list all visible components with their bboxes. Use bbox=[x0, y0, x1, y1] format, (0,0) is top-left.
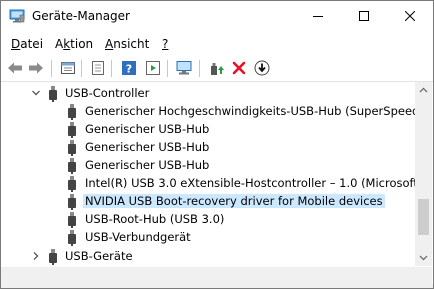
tree-category-usb-geraete[interactable]: USB-Geräte bbox=[1, 248, 415, 266]
close-icon bbox=[405, 11, 415, 21]
usb-icon bbox=[49, 86, 57, 102]
menu-datei[interactable]: Datei bbox=[11, 37, 43, 51]
monitor-icon bbox=[176, 61, 192, 75]
tree-device-row[interactable]: Intel(R) USB 3.0 eXtensible-Hostcontroll… bbox=[1, 175, 415, 193]
menu-datei-accel: D bbox=[11, 37, 21, 51]
action-icon bbox=[146, 61, 160, 75]
tree-category-label: USB-Geräte bbox=[65, 249, 133, 263]
tree-device-row[interactable]: USB-Verbundgerät bbox=[1, 229, 415, 247]
menu-bar: Datei Aktion Ansicht ? bbox=[1, 34, 433, 54]
scrollbar-corner bbox=[415, 267, 432, 284]
menu-ansicht[interactable]: Ansicht bbox=[105, 37, 149, 51]
uninstall-icon bbox=[232, 61, 246, 75]
tree-device-row[interactable]: Generischer USB-Hub bbox=[1, 139, 415, 157]
menu-help-accel: ? bbox=[162, 37, 169, 51]
enable-button[interactable] bbox=[252, 58, 272, 78]
toolbar-separator bbox=[199, 60, 200, 77]
tree-device-label: USB-Root-Hub (USB 3.0) bbox=[85, 212, 225, 226]
toolbar: ? bbox=[1, 55, 433, 82]
horizontal-scrollbar[interactable] bbox=[1, 267, 415, 284]
usb-icon bbox=[68, 176, 76, 192]
tree-device-label: NVIDIA USB Boot-recovery driver for Mobi… bbox=[83, 194, 385, 208]
device-manager-app-icon bbox=[9, 9, 25, 23]
usb-icon bbox=[68, 230, 76, 246]
scan-hardware-button[interactable] bbox=[174, 58, 194, 78]
update-driver-icon bbox=[211, 63, 224, 75]
device-tree[interactable]: USB-Controller Generischer Hochgeschwind… bbox=[1, 82, 415, 266]
update-driver-button[interactable] bbox=[206, 58, 226, 78]
tree-device-label: Generischer Hochgeschwindigkeits-USB-Hub… bbox=[85, 104, 415, 118]
usb-icon bbox=[49, 249, 57, 265]
device-manager-window: Geräte-Manager Datei Aktion Ansicht ? ? … bbox=[0, 0, 434, 289]
scroll-down-icon[interactable] bbox=[419, 253, 428, 262]
minimize-icon bbox=[313, 16, 323, 17]
maximize-icon bbox=[359, 11, 369, 21]
scroll-up-icon[interactable] bbox=[419, 86, 428, 95]
tree-device-label: Generischer USB-Hub bbox=[85, 140, 210, 154]
tree-device-row-selected[interactable]: NVIDIA USB Boot-recovery driver for Mobi… bbox=[1, 193, 415, 211]
status-bar bbox=[1, 284, 433, 288]
menu-datei-label: atei bbox=[20, 37, 44, 51]
show-hidden-icon bbox=[92, 61, 104, 75]
menu-aktion[interactable]: Aktion bbox=[55, 37, 93, 51]
download-icon bbox=[254, 60, 270, 76]
svg-text:?: ? bbox=[126, 63, 132, 76]
back-icon bbox=[8, 62, 22, 74]
usb-icon bbox=[68, 158, 76, 174]
forward-icon bbox=[29, 62, 43, 74]
chevron-right-icon[interactable] bbox=[31, 251, 41, 261]
help-button[interactable]: ? bbox=[119, 58, 139, 78]
scrollbar-thumb[interactable] bbox=[418, 199, 429, 235]
usb-icon bbox=[68, 140, 76, 156]
usb-icon bbox=[68, 122, 76, 138]
menu-aktion-pre: A bbox=[55, 37, 64, 51]
tree-device-row[interactable]: Generischer USB-Hub bbox=[1, 157, 415, 175]
help-icon: ? bbox=[122, 61, 136, 76]
maximize-button[interactable] bbox=[341, 1, 387, 31]
menu-help[interactable]: ? bbox=[162, 37, 168, 51]
view-button[interactable] bbox=[58, 58, 78, 78]
usb-icon bbox=[68, 104, 76, 120]
minimize-button[interactable] bbox=[295, 1, 341, 31]
title-bar[interactable]: Geräte-Manager bbox=[1, 1, 433, 32]
tree-device-row[interactable]: Generischer Hochgeschwindigkeits-USB-Hub… bbox=[1, 103, 415, 121]
forward-button[interactable] bbox=[26, 58, 46, 78]
uninstall-button[interactable] bbox=[229, 58, 249, 78]
tree-device-row[interactable]: Generischer USB-Hub bbox=[1, 121, 415, 139]
tree-device-label: USB-Verbundgerät bbox=[85, 230, 191, 244]
toolbar-separator bbox=[111, 60, 112, 77]
toolbar-separator bbox=[167, 60, 168, 77]
toolbar-separator bbox=[81, 60, 82, 77]
back-button[interactable] bbox=[5, 58, 25, 78]
tree-device-label: Generischer USB-Hub bbox=[85, 122, 210, 136]
tree-category-usb-controller[interactable]: USB-Controller bbox=[1, 85, 415, 103]
close-button[interactable] bbox=[387, 1, 433, 31]
window-title: Geräte-Manager bbox=[32, 9, 130, 23]
toolbar-separator bbox=[51, 60, 52, 77]
menu-ansicht-label: nsicht bbox=[113, 37, 150, 51]
action-button[interactable] bbox=[143, 58, 163, 78]
usb-icon bbox=[68, 212, 76, 228]
usb-icon bbox=[68, 194, 76, 210]
show-hidden-button[interactable] bbox=[88, 58, 108, 78]
tree-device-row[interactable]: USB-Root-Hub (USB 3.0) bbox=[1, 211, 415, 229]
menu-aktion-label: tion bbox=[70, 37, 94, 51]
tree-device-label: Intel(R) USB 3.0 eXtensible-Hostcontroll… bbox=[85, 176, 415, 190]
chevron-down-icon[interactable] bbox=[31, 88, 41, 98]
vertical-scrollbar[interactable] bbox=[415, 82, 432, 266]
menu-ansicht-accel: A bbox=[105, 37, 114, 51]
properties-icon bbox=[61, 62, 75, 74]
tree-category-label: USB-Controller bbox=[65, 86, 150, 100]
tree-device-label: Generischer USB-Hub bbox=[85, 158, 210, 172]
